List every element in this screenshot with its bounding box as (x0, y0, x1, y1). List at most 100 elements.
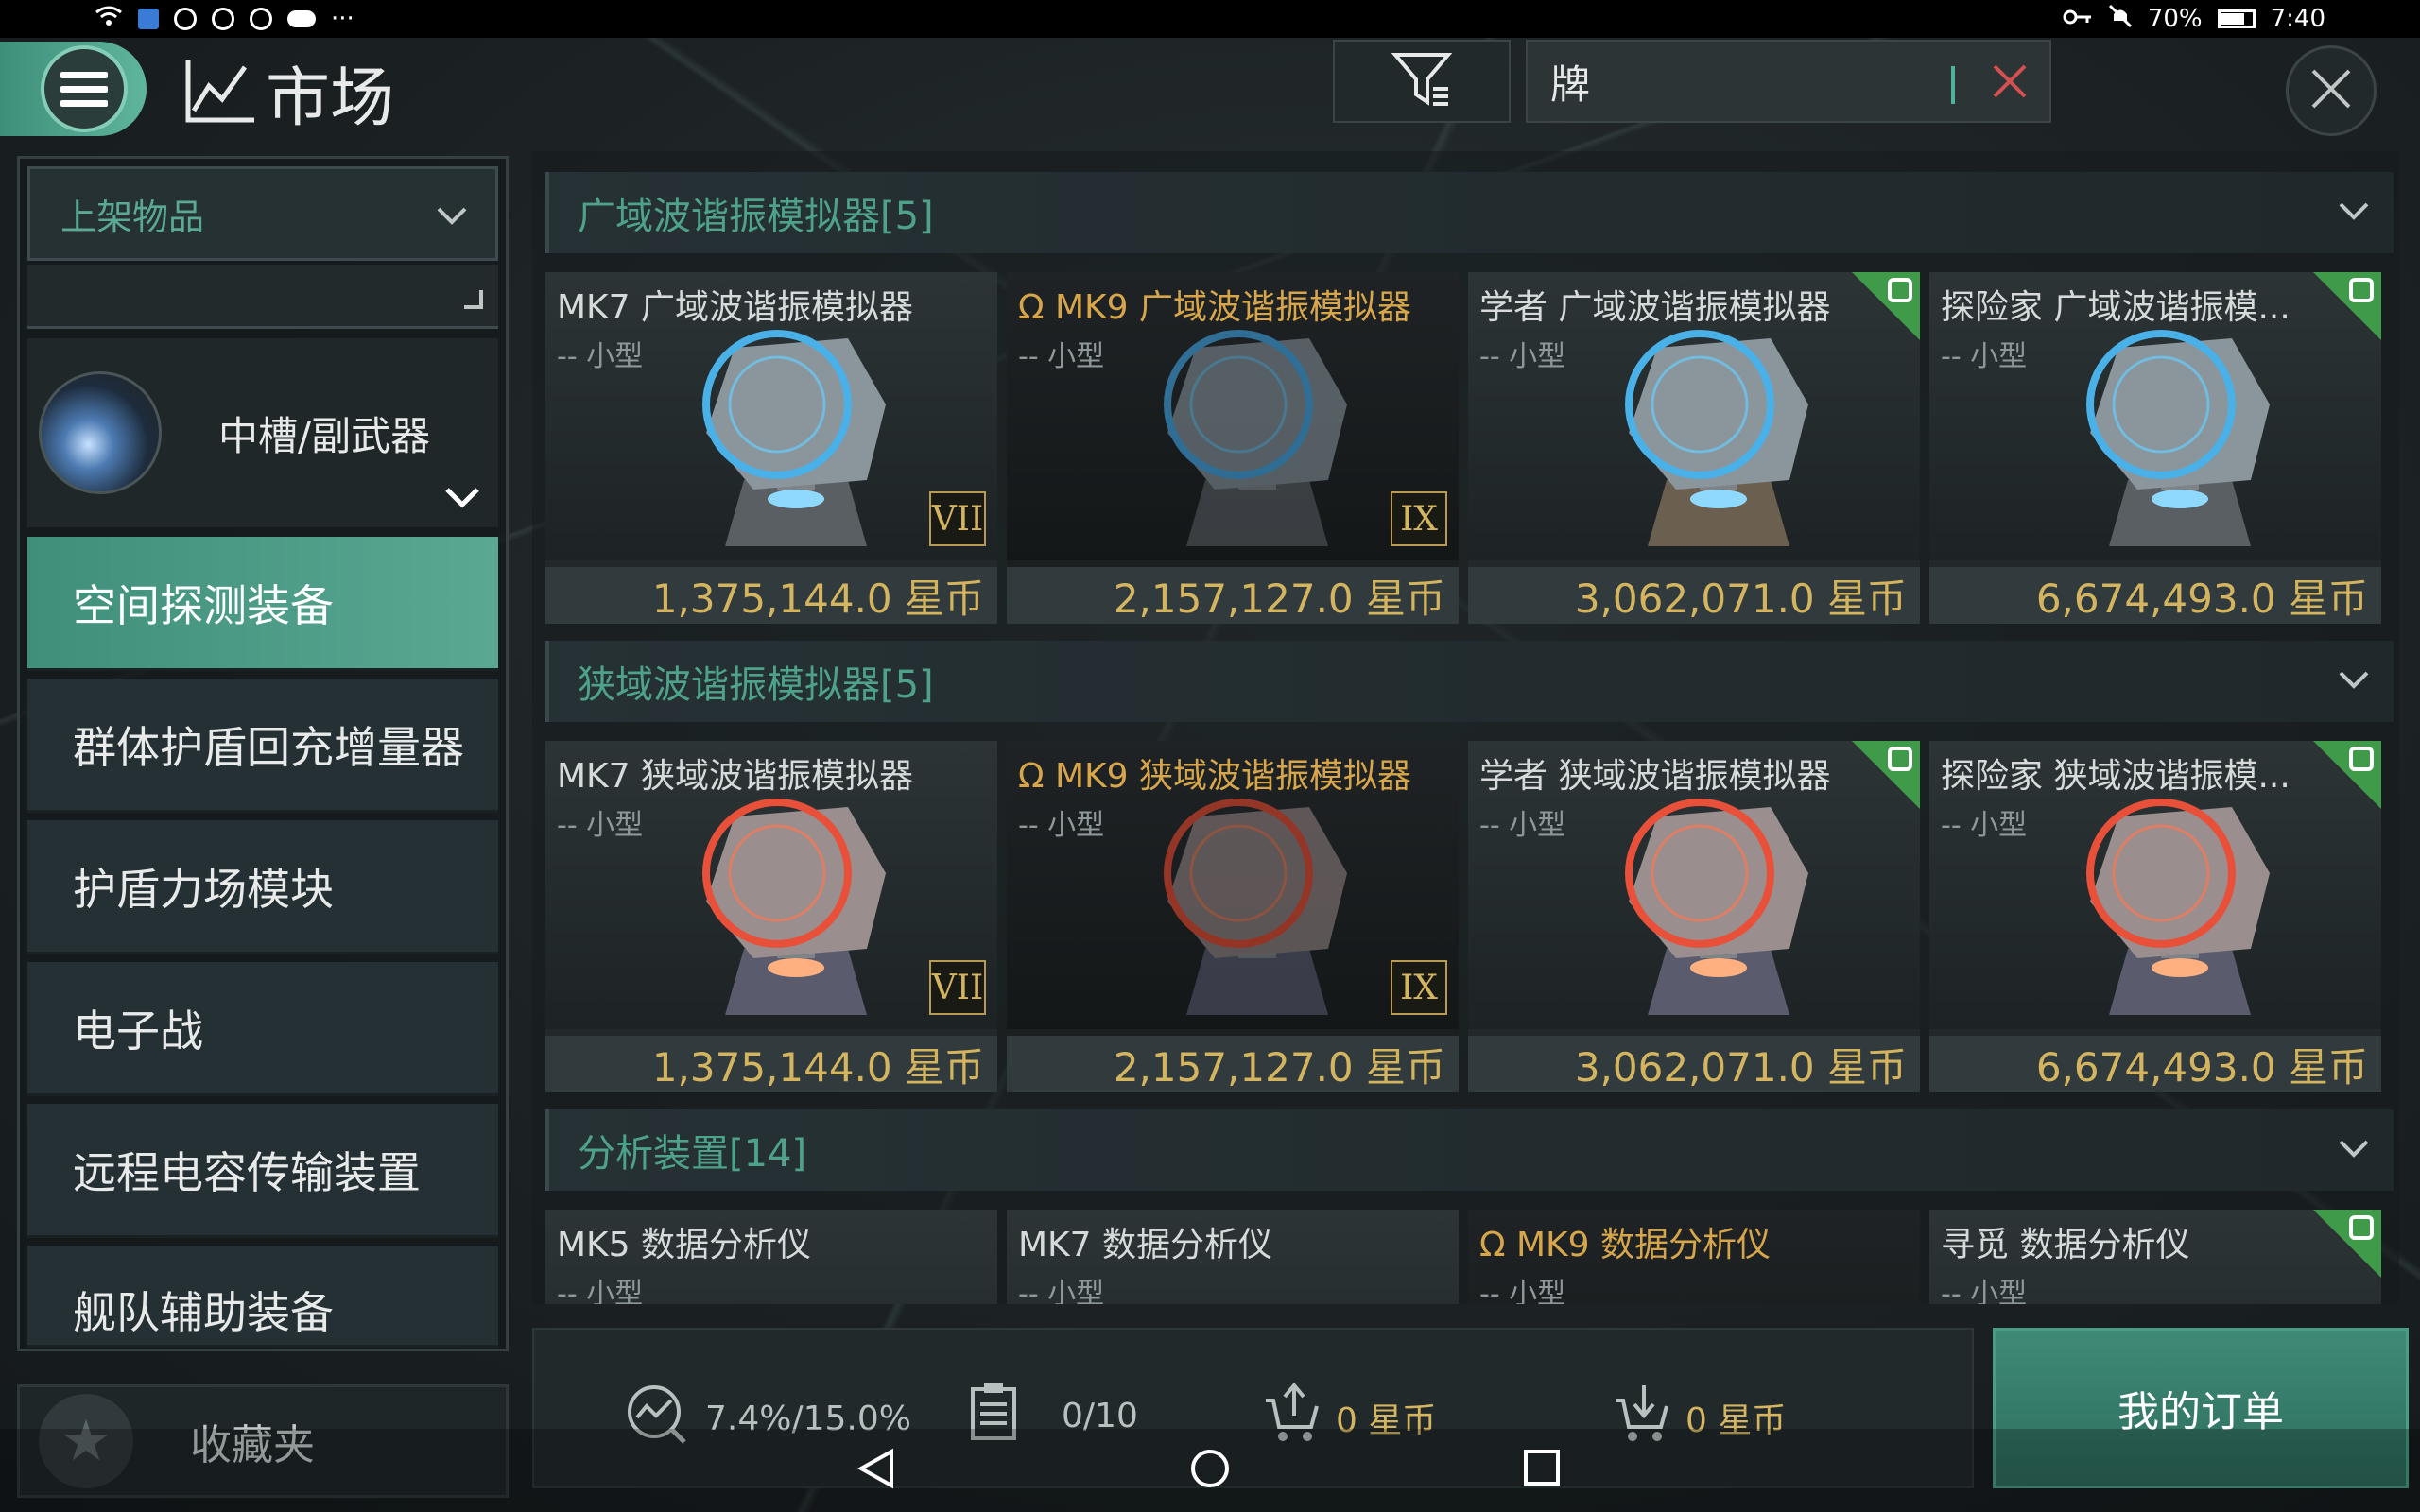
chevron-down-icon (2337, 1138, 2371, 1162)
item-name: MK5 数据分析仪 (557, 1226, 812, 1264)
item-size: -- 小型 (1479, 1278, 1566, 1304)
collapsed-category-row[interactable] (27, 265, 498, 329)
clock: 7:40 (2270, 5, 2325, 33)
sidebar-item-space-probing[interactable]: 空间探测装备 (27, 537, 498, 671)
chevron-down-icon (435, 193, 469, 234)
listing-dropdown[interactable]: 上架物品 (27, 166, 498, 261)
status-bar: ··· 70% 7:40 (0, 0, 2420, 38)
home-circle-icon (1189, 1450, 1231, 1493)
category-label: 中槽/副武器 (218, 412, 431, 459)
item-price: 3,062,071.0 星币 (1468, 567, 1920, 624)
filter-icon (1391, 51, 1453, 112)
tier-badge: VII (929, 491, 986, 546)
search-input[interactable] (1550, 58, 1947, 105)
item-name: Ω MK9 狭域波谐振模拟器 (1018, 757, 1411, 796)
item-size: -- 小型 (1018, 340, 1105, 373)
resize-corner-icon (462, 288, 485, 315)
scanner-device-icon (1164, 799, 1347, 1015)
recents-button[interactable] (1522, 1448, 1562, 1491)
item-size: -- 小型 (557, 340, 644, 373)
chevron-down-icon (2337, 200, 2371, 225)
clear-search-button[interactable] (1981, 55, 2038, 112)
section-title: 广域波谐振模拟器[5] (578, 195, 934, 238)
item-card[interactable]: MK5 数据分析仪 -- 小型 (545, 1210, 997, 1304)
tier-badge: VII (929, 960, 986, 1015)
title-area: 市场 (184, 45, 394, 139)
section-header-analyzer[interactable]: 分析装置[14] (545, 1109, 2394, 1191)
section-header-narrowband[interactable]: 狭域波谐振模拟器[5] (545, 641, 2394, 722)
key-icon (2063, 5, 2093, 33)
item-size: -- 小型 (1479, 809, 1566, 842)
notification-icon (212, 8, 234, 30)
section-title: 狭域波谐振模拟器[5] (578, 663, 934, 707)
sidebar-item-shield-booster[interactable]: 群体护盾回充增量器 (27, 679, 498, 813)
sidebar-item-shield-field[interactable]: 护盾力场模块 (27, 820, 498, 954)
scanner-device-icon (1625, 330, 1808, 546)
menu-icon-circle (41, 45, 128, 132)
item-size: -- 小型 (557, 809, 644, 842)
more-icon: ··· (331, 5, 354, 33)
text-caret (1951, 66, 1955, 104)
category-mid-slot[interactable]: 中槽/副武器 (27, 338, 498, 527)
wifi-icon (95, 5, 123, 34)
menu-button[interactable] (0, 42, 147, 136)
scanner-device-icon (2086, 330, 2270, 546)
filter-button[interactable] (1333, 40, 1511, 123)
lightning-orb-icon (39, 371, 162, 494)
item-card[interactable]: MK7 狭域波谐振模拟器 -- 小型 VII 1,375,144.0 星币 (545, 741, 997, 1092)
item-card[interactable]: 学者 狭域波谐振模拟器 -- 小型 3,062,071.0 星币 (1468, 741, 1920, 1092)
item-card[interactable]: 学者 广域波谐振模拟器 -- 小型 3,062,071.0 星币 (1468, 272, 1920, 624)
item-card[interactable]: MK7 数据分析仪 -- 小型 (1007, 1210, 1459, 1304)
notification-icon (250, 8, 272, 30)
section-header-wideband[interactable]: 广域波谐振模拟器[5] (545, 172, 2394, 253)
sidebar-item-remote-capacitor[interactable]: 远程电容传输装置 (27, 1104, 498, 1238)
square-badge-icon (2349, 1215, 2374, 1240)
item-name: Ω MK9 数据分析仪 (1479, 1226, 1771, 1264)
square-badge-icon (2349, 747, 2374, 771)
item-price: 6,674,493.0 星币 (1929, 1036, 2381, 1092)
system-nav-bar (0, 1429, 2420, 1512)
item-name: Ω MK9 广域波谐振模拟器 (1018, 288, 1411, 327)
sidebar-item-label: 护盾力场模块 (73, 863, 334, 915)
item-card[interactable]: Ω MK9 数据分析仪 -- 小型 (1468, 1210, 1920, 1304)
item-name: 学者 狭域波谐振模拟器 (1479, 757, 1831, 796)
item-card[interactable]: 探险家 广域波谐振模... -- 小型 6,674,493.0 星币 (1929, 272, 2381, 624)
item-card[interactable]: Ω MK9 狭域波谐振模拟器 -- 小型 IX 2,157,127.0 星币 (1007, 741, 1459, 1092)
item-size: -- 小型 (1941, 1278, 2028, 1304)
item-price: 1,375,144.0 星币 (545, 567, 997, 624)
item-card[interactable]: MK7 广域波谐振模拟器 -- 小型 VII 1,375,144.0 星币 (545, 272, 997, 624)
item-card[interactable]: 探险家 狭域波谐振模... -- 小型 6,674,493.0 星币 (1929, 741, 2381, 1092)
sidebar-item-ewar[interactable]: 电子战 (27, 962, 498, 1096)
item-grid: 广域波谐振模拟器[5] MK7 广域波谐振模拟器 -- 小型 VII 1,375… (532, 151, 2399, 1304)
home-button[interactable] (1189, 1448, 1231, 1493)
back-button[interactable] (856, 1448, 897, 1493)
item-size: -- 小型 (557, 1278, 644, 1304)
sidebar-item-label: 群体护盾回充增量器 (73, 721, 464, 773)
item-name: 探险家 广域波谐振模... (1941, 288, 2290, 327)
header: 市场 (0, 38, 2420, 170)
item-name: MK7 广域波谐振模拟器 (557, 288, 914, 327)
sidebar-item-label: 空间探测装备 (73, 579, 334, 631)
item-size: -- 小型 (1018, 1278, 1105, 1304)
sidebar-item-label: 电子战 (73, 1005, 203, 1057)
status-left-icons: ··· (95, 5, 354, 34)
recents-square-icon (1522, 1450, 1562, 1491)
mute-icon (2108, 4, 2133, 35)
chevron-down-icon (443, 486, 481, 514)
listing-dropdown-label: 上架物品 (60, 196, 205, 238)
item-card[interactable]: 寻觅 数据分析仪 -- 小型 (1929, 1210, 2381, 1304)
search-box (1526, 40, 2051, 123)
close-button[interactable] (2286, 45, 2377, 136)
scanner-device-icon (702, 799, 886, 1015)
item-price: 2,157,127.0 星币 (1007, 1036, 1459, 1092)
item-price: 6,674,493.0 星币 (1929, 567, 2381, 624)
scanner-device-icon (702, 330, 886, 546)
item-price: 2,157,127.0 星币 (1007, 567, 1459, 624)
hamburger-icon (60, 64, 108, 114)
item-name: MK7 数据分析仪 (1018, 1226, 1273, 1264)
status-right: 70% 7:40 (2063, 4, 2325, 35)
sidebar: 上架物品 中槽/副武器 空间探测装备 群体护盾回充增量器 护盾力场模块 电子战 … (17, 156, 509, 1351)
sidebar-item-fleet-support[interactable]: 舰队辅助装备 (27, 1246, 498, 1348)
item-card[interactable]: Ω MK9 广域波谐振模拟器 -- 小型 IX 2,157,127.0 星币 (1007, 272, 1459, 624)
scanner-device-icon (1164, 330, 1347, 546)
